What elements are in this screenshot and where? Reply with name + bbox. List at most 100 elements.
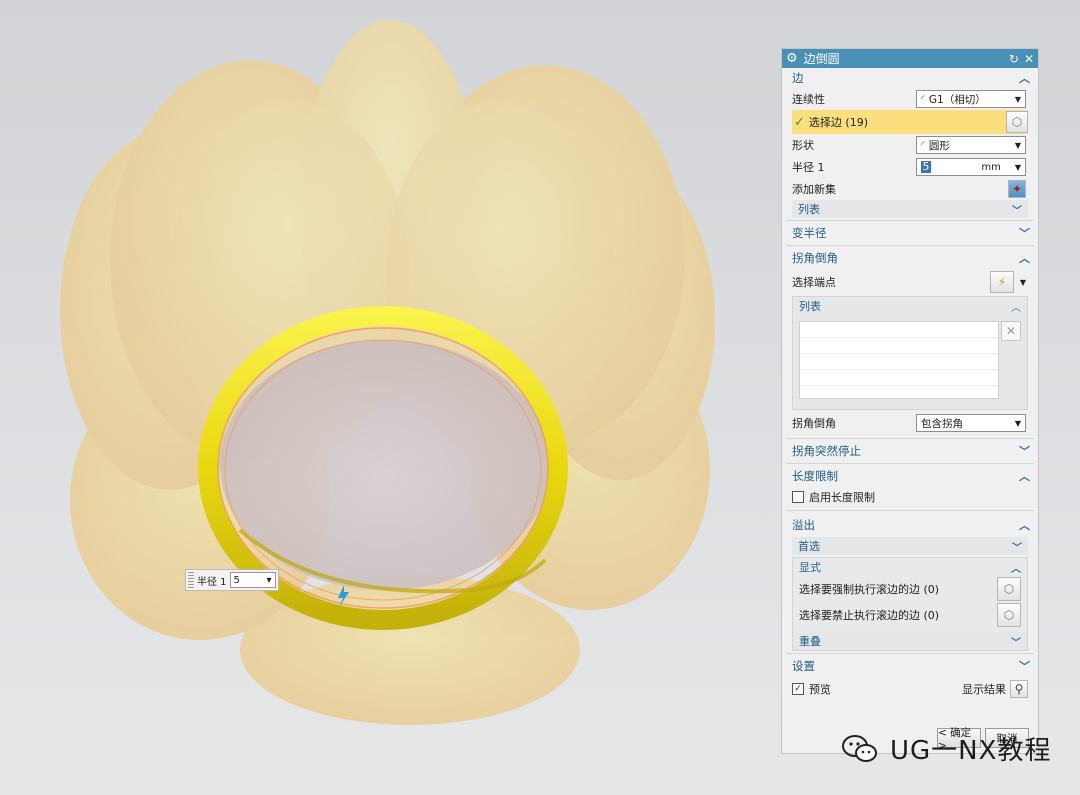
- reset-icon[interactable]: ↻: [1009, 52, 1019, 66]
- continuity-icon: ◜: [921, 93, 925, 105]
- section-overflow-title: 溢出: [792, 518, 815, 532]
- shape-icon: ◜: [921, 139, 925, 151]
- section-corner-setback-header[interactable]: 拐角倒角 ︿: [782, 248, 1038, 268]
- preview-checkbox[interactable]: ✓: [792, 683, 804, 695]
- gear-icon[interactable]: ⚙: [786, 51, 798, 66]
- preferred-header[interactable]: 首选 ﹀: [792, 537, 1028, 555]
- chevron-down-icon[interactable]: ﹀: [1019, 225, 1030, 241]
- show-result-label: 显示结果: [962, 683, 1006, 696]
- section-variable-radius-title: 变半径: [792, 226, 827, 240]
- sparkle-icon: ✦: [1011, 182, 1023, 196]
- divider: [786, 438, 1034, 439]
- chevron-down-icon[interactable]: ▼: [1020, 278, 1026, 287]
- section-settings-title: 设置: [792, 659, 815, 673]
- radius-input[interactable]: 5 mm ▼: [916, 158, 1026, 176]
- cube-icon: ⬡: [1003, 582, 1015, 596]
- chevron-down-icon[interactable]: ▾: [267, 575, 272, 586]
- preferred-label: 首选: [798, 540, 820, 553]
- onscreen-radius-field[interactable]: 5 ▾: [229, 572, 276, 588]
- radius-row: 半径 1 5 mm ▼: [782, 156, 1038, 178]
- prohibit-roll-label: 选择要禁止执行滚边的边 (0): [799, 609, 940, 622]
- dialog-titlebar: ⚙ 边倒圆 ↻ ✕: [782, 49, 1038, 68]
- select-edge-row[interactable]: ✓ 选择边 (19) ⬡: [792, 110, 1028, 134]
- divider: [786, 653, 1034, 654]
- section-length-limit-title: 长度限制: [792, 469, 838, 483]
- chevron-up-icon[interactable]: ︿: [1019, 517, 1030, 533]
- section-edge-header[interactable]: 边 ︿: [782, 68, 1038, 88]
- radius-unit: mm: [981, 161, 1001, 173]
- explicit-panel: 显式 ︿ 选择要强制执行滚边的边 (0) ⬡ 选择要禁止执行滚边的边 (0) ⬡…: [792, 557, 1028, 651]
- overlap-label: 重叠: [799, 635, 821, 648]
- show-result-button[interactable]: ⚲: [1010, 680, 1028, 698]
- add-new-set-label: 添加新集: [792, 183, 836, 196]
- delete-icon[interactable]: ✕: [1001, 321, 1021, 341]
- shape-select[interactable]: ◜ 圆形 ▼: [916, 136, 1026, 154]
- endpoint-wand-icon: ⚡: [997, 275, 1007, 289]
- chevron-down-icon[interactable]: ﹀: [1012, 539, 1022, 554]
- select-edge-cube-button[interactable]: ⬡: [1006, 111, 1028, 133]
- divider: [786, 463, 1034, 464]
- section-overflow-header[interactable]: 溢出 ︿: [782, 513, 1038, 537]
- chevron-down-icon[interactable]: ▼: [1015, 163, 1021, 172]
- drag-handle-icon[interactable]: [188, 572, 194, 588]
- section-length-limit-header[interactable]: 长度限制 ︿: [782, 466, 1038, 486]
- onscreen-radius-label: 半径 1: [197, 576, 227, 588]
- enable-length-limit-label: 启用长度限制: [809, 491, 875, 504]
- edge-list-header[interactable]: 列表 ﹀: [792, 200, 1028, 218]
- chevron-up-icon[interactable]: ︿: [1011, 299, 1021, 314]
- endpoint-table[interactable]: [799, 321, 999, 399]
- divider: [786, 245, 1034, 246]
- prohibit-roll-cube-button[interactable]: ⬡: [997, 603, 1021, 627]
- endpoint-list-label: 列表: [799, 300, 821, 313]
- add-new-set-button[interactable]: ✦: [1008, 180, 1026, 198]
- shape-value: 圆形: [928, 139, 950, 152]
- chevron-down-icon[interactable]: ﹀: [1019, 443, 1030, 459]
- enable-length-limit-row[interactable]: 启用长度限制: [782, 486, 1038, 508]
- section-settings-header[interactable]: 设置 ﹀: [782, 656, 1038, 676]
- continuity-row: 连续性 ◜ G1（相切） ▼: [782, 88, 1038, 110]
- radius-value[interactable]: 5: [921, 161, 931, 173]
- table-row[interactable]: [800, 354, 998, 370]
- chevron-down-icon[interactable]: ﹀: [1012, 202, 1022, 217]
- chevron-down-icon[interactable]: ﹀: [1019, 658, 1030, 674]
- table-row[interactable]: [800, 338, 998, 354]
- select-endpoint-row: 选择端点 ⚡ ▼: [782, 268, 1038, 296]
- endpoint-list-header[interactable]: 列表 ︿: [793, 297, 1027, 315]
- chevron-up-icon[interactable]: ︿: [1011, 560, 1021, 575]
- explicit-label: 显式: [799, 561, 821, 574]
- continuity-select[interactable]: ◜ G1（相切） ▼: [916, 90, 1026, 108]
- chevron-down-icon[interactable]: ﹀: [1011, 634, 1021, 649]
- enable-length-limit-checkbox[interactable]: [792, 491, 804, 503]
- chevron-up-icon[interactable]: ︿: [1019, 250, 1030, 266]
- explicit-header[interactable]: 显式 ︿: [793, 558, 1027, 576]
- table-row[interactable]: [800, 322, 998, 338]
- chevron-down-icon[interactable]: ▼: [1015, 141, 1021, 150]
- corner-setback-select[interactable]: 包含拐角 ▼: [916, 414, 1026, 432]
- magnifier-icon: ⚲: [1014, 682, 1024, 696]
- section-edge-title: 边: [792, 71, 804, 85]
- section-corner-stop-header[interactable]: 拐角突然停止 ﹀: [782, 441, 1038, 461]
- onscreen-radius-value[interactable]: 5: [234, 575, 240, 586]
- chevron-down-icon[interactable]: ▼: [1015, 419, 1021, 428]
- chevron-up-icon[interactable]: ︿: [1019, 70, 1030, 86]
- pumpkin-model[interactable]: [0, 0, 780, 795]
- force-roll-label: 选择要强制执行滚边的边 (0): [799, 583, 940, 596]
- cube-icon: ⬡: [1003, 608, 1015, 622]
- select-endpoint-button[interactable]: ⚡: [990, 271, 1014, 293]
- section-corner-stop-title: 拐角突然停止: [792, 444, 861, 458]
- endpoint-list: 列表 ︿ ✕: [792, 296, 1028, 410]
- wechat-logo-icon: [842, 734, 878, 764]
- select-edge-label: 选择边 (19): [808, 116, 868, 129]
- chevron-down-icon[interactable]: ▼: [1015, 95, 1021, 104]
- close-icon[interactable]: ✕: [1024, 52, 1034, 66]
- chevron-up-icon[interactable]: ︿: [1019, 468, 1030, 484]
- divider: [786, 510, 1034, 511]
- table-row[interactable]: [800, 370, 998, 386]
- overlap-header[interactable]: 重叠 ﹀: [793, 632, 1027, 650]
- section-variable-radius-header[interactable]: 变半径 ﹀: [782, 223, 1038, 243]
- section-corner-setback-title: 拐角倒角: [792, 251, 838, 265]
- force-roll-cube-button[interactable]: ⬡: [997, 577, 1021, 601]
- dialog-title: 边倒圆: [803, 52, 840, 66]
- graphics-viewport[interactable]: [0, 0, 780, 795]
- onscreen-radius-input[interactable]: 半径 1 5 ▾: [185, 569, 279, 591]
